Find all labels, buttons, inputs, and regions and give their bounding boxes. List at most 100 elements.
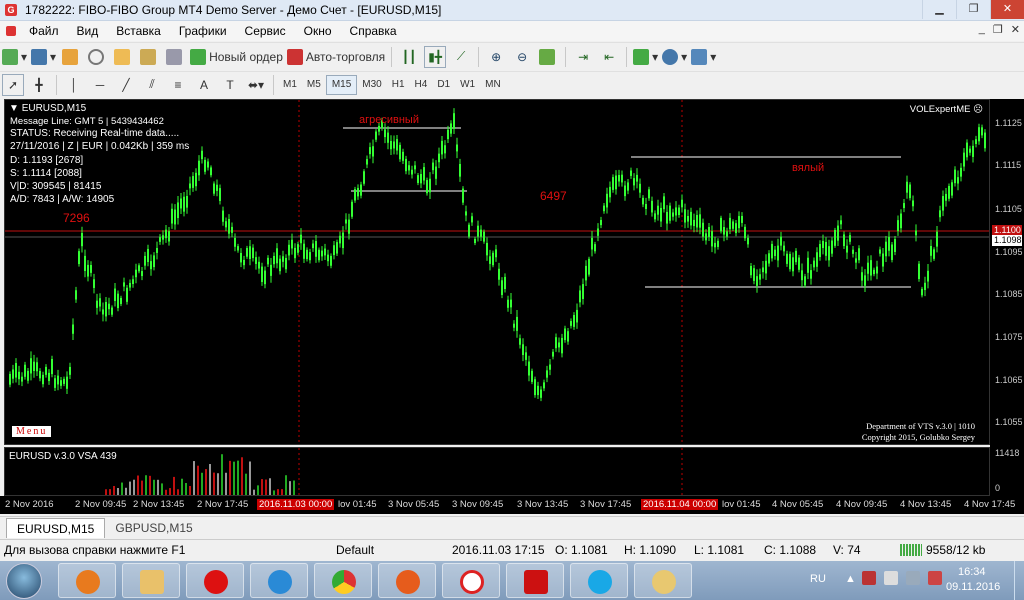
tf-m1[interactable]: M1 (278, 75, 302, 95)
menu-button[interactable]: Menu (12, 426, 52, 437)
terminal-icon[interactable] (138, 46, 160, 68)
trendline-icon[interactable]: ╱ (115, 74, 137, 96)
bar-chart-icon[interactable]: ┃┃ (398, 46, 420, 68)
navigator-icon[interactable] (112, 46, 134, 68)
menu-help[interactable]: Справка (341, 24, 406, 38)
tf-h4[interactable]: H4 (410, 75, 433, 95)
volume-icon[interactable] (906, 571, 920, 585)
candle-body (612, 177, 614, 190)
arrows-icon[interactable]: ⬌▾ (245, 74, 267, 96)
start-button[interactable] (6, 563, 42, 599)
close-button[interactable]: ✕ (990, 0, 1024, 19)
taskbar-paint[interactable] (634, 563, 692, 598)
tf-h1[interactable]: H1 (387, 75, 410, 95)
text-icon[interactable]: A (193, 74, 215, 96)
taskbar-skype[interactable] (570, 563, 628, 598)
menu-insert[interactable]: Вставка (107, 24, 170, 38)
fibo-icon[interactable]: ≡ (167, 74, 189, 96)
price-chart[interactable]: ▼ EURUSD,M15 Message Line: GMT 5 | 54394… (4, 99, 990, 445)
taskbar-chrome[interactable] (314, 563, 372, 598)
vertical-line-icon[interactable]: │ (63, 74, 85, 96)
windows-taskbar: RU ▲ 16:34 09.11.2016 (0, 561, 1024, 600)
candle-body (564, 328, 566, 341)
candle-body (957, 177, 959, 184)
status-profile[interactable]: Default (336, 543, 374, 557)
candle-body (738, 216, 740, 229)
market-watch-icon[interactable] (60, 46, 82, 68)
menu-tools[interactable]: Сервис (236, 24, 295, 38)
profiles-button[interactable]: ▾ (31, 46, 56, 68)
text-label-icon[interactable]: T (219, 74, 241, 96)
clock-date[interactable]: 09.11.2016 (946, 581, 1000, 593)
clock-time[interactable]: 16:34 (958, 566, 986, 578)
taskbar-ie[interactable] (250, 563, 308, 598)
new-chart-button[interactable]: ▾ (2, 46, 27, 68)
zoom-out-icon[interactable]: ⊖ (511, 46, 533, 68)
minimize-button[interactable]: ▁ (922, 0, 956, 19)
tile-windows-icon[interactable] (537, 46, 559, 68)
taskbar-fibo-mt4[interactable] (442, 563, 500, 598)
channel-icon[interactable]: ⫽ (141, 74, 163, 96)
candle-body (261, 266, 263, 282)
tf-d1[interactable]: D1 (432, 75, 455, 95)
candle-body (534, 379, 536, 396)
menu-view[interactable]: Вид (68, 24, 108, 38)
tf-m15[interactable]: M15 (325, 74, 358, 95)
candle-body (876, 266, 878, 274)
mdi-minimize-button[interactable]: _ (979, 23, 985, 36)
crosshair-icon[interactable]: ╋ (28, 74, 50, 96)
network-icon[interactable] (884, 571, 898, 585)
show-desktop-button[interactable] (1014, 561, 1024, 600)
tf-w1[interactable]: W1 (455, 75, 480, 95)
candle-body (513, 323, 515, 328)
candle-body (348, 219, 350, 234)
candle-body (126, 287, 128, 302)
indicators-button[interactable]: ▾ (633, 46, 658, 68)
taskbar-explorer[interactable] (122, 563, 180, 598)
volume-subchart[interactable]: EURUSD v.3.0 VSA 439 (4, 447, 990, 497)
volume-bar (109, 489, 111, 495)
tester-icon[interactable] (164, 46, 186, 68)
connection-status[interactable]: 9558/12 kb (900, 543, 985, 557)
line-chart-icon[interactable]: ⟋ (450, 46, 472, 68)
new-order-button[interactable]: Новый ордер (190, 46, 283, 68)
taskbar-firefox[interactable] (378, 563, 436, 598)
menu-file[interactable]: Файл (20, 24, 68, 38)
data-window-icon[interactable] (86, 46, 108, 68)
candle-body (441, 140, 443, 155)
mdi-restore-button[interactable]: ❐ (993, 23, 1003, 36)
taskbar-media-player[interactable] (58, 563, 116, 598)
price-label: 1.1115 (995, 160, 1022, 170)
tab-gbpusd[interactable]: GBPUSD,M15 (105, 518, 202, 538)
tab-eurusd[interactable]: EURUSD,M15 (6, 518, 106, 538)
tray-app-icon[interactable] (862, 571, 876, 585)
mdi-close-button[interactable]: ✕ (1011, 23, 1020, 36)
taskbar-opera[interactable] (186, 563, 244, 598)
tf-m5[interactable]: M5 (302, 75, 326, 95)
candle-body (792, 257, 794, 272)
tf-m30[interactable]: M30 (357, 75, 386, 95)
auto-trading-button[interactable]: Авто-торговля (286, 46, 385, 68)
maximize-button[interactable]: ❐ (956, 0, 990, 19)
autoscroll-icon[interactable]: ⇥ (572, 46, 594, 68)
candle-body (144, 255, 146, 266)
zoom-in-icon[interactable]: ⊕ (485, 46, 507, 68)
periods-button[interactable]: ▾ (662, 46, 687, 68)
chart-shift-icon[interactable]: ⇤ (598, 46, 620, 68)
price-label: 1.1105 (995, 204, 1022, 214)
templates-button[interactable]: ▾ (691, 46, 716, 68)
tray-expand-icon[interactable]: ▲ (845, 573, 856, 585)
cursor-icon[interactable]: ➚ (2, 73, 24, 96)
candle-body (768, 253, 770, 264)
volume-bar (205, 469, 207, 495)
candle-body (492, 252, 494, 266)
action-center-icon[interactable] (928, 571, 942, 585)
taskbar-pdf-reader[interactable] (506, 563, 564, 598)
menu-window[interactable]: Окно (295, 24, 341, 38)
candle-chart-icon[interactable]: ▮╋ (424, 45, 447, 68)
menu-charts[interactable]: Графики (170, 24, 236, 38)
language-indicator[interactable]: RU (810, 573, 826, 585)
candle-body (150, 261, 152, 270)
horizontal-line-icon[interactable]: ─ (89, 74, 111, 96)
tf-mn[interactable]: MN (480, 75, 506, 95)
